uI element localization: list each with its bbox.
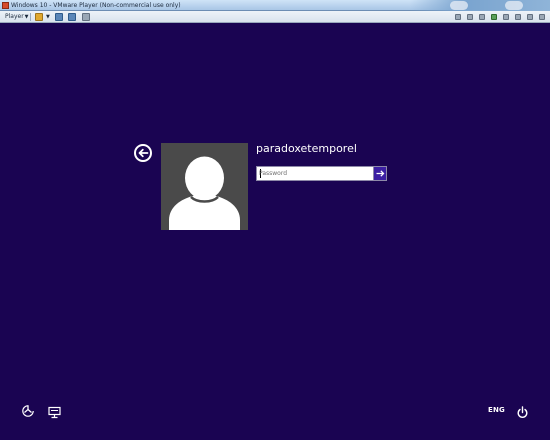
power-icon xyxy=(517,406,528,418)
device-icon[interactable] xyxy=(527,14,533,20)
full-screen-icon[interactable] xyxy=(68,13,76,21)
device-icon[interactable] xyxy=(515,14,521,20)
titlebar-decoration xyxy=(410,0,550,11)
vmware-toolbar: Player▼ ▼ xyxy=(0,11,550,23)
cloud-decoration xyxy=(505,1,523,10)
window-title: Windows 10 - VMware Player (Non-commerci… xyxy=(11,2,181,9)
device-icon[interactable] xyxy=(467,14,473,20)
device-icon[interactable] xyxy=(479,14,485,20)
default-user-icon xyxy=(169,156,240,230)
cloud-decoration xyxy=(450,1,468,10)
submit-button[interactable] xyxy=(373,167,386,180)
unity-icon[interactable] xyxy=(82,13,90,21)
device-icon[interactable] xyxy=(455,14,461,20)
password-input[interactable] xyxy=(259,168,373,179)
toolbar-separator xyxy=(30,13,31,21)
back-button[interactable] xyxy=(134,144,152,162)
username-label: paradoxetemporel xyxy=(256,142,357,155)
device-icon[interactable] xyxy=(503,14,509,20)
password-field-container xyxy=(256,166,387,181)
power-button[interactable] xyxy=(516,404,529,418)
player-menu-label: Player xyxy=(5,13,24,20)
window-title-bar[interactable]: Windows 10 - VMware Player (Non-commerci… xyxy=(0,0,550,11)
ease-of-access-button[interactable] xyxy=(21,403,35,417)
language-indicator[interactable]: ENG xyxy=(488,406,505,414)
chevron-down-icon[interactable]: ▼ xyxy=(46,14,50,20)
player-menu-button[interactable]: Player▼ xyxy=(2,12,32,22)
vmware-app-icon xyxy=(2,2,9,9)
display-button[interactable] xyxy=(48,404,61,419)
device-icon[interactable] xyxy=(539,14,545,20)
send-ctrl-alt-del-icon[interactable] xyxy=(55,13,63,21)
display-icon xyxy=(48,406,61,419)
user-avatar xyxy=(161,143,248,230)
ease-of-access-icon xyxy=(22,405,34,417)
pause-icon[interactable] xyxy=(35,13,43,21)
back-arrow-icon xyxy=(138,148,149,158)
submit-arrow-icon xyxy=(376,170,385,177)
network-icon[interactable] xyxy=(491,14,497,20)
chevron-down-icon: ▼ xyxy=(24,14,29,20)
